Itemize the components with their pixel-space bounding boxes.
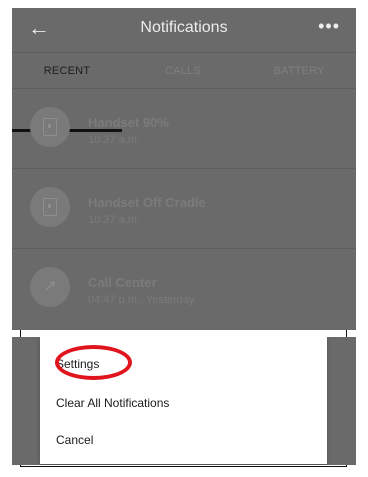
tab-battery[interactable]: BATTERY [244,53,354,89]
notification-time: 10:37 a.m. [88,214,140,226]
notification-title: Call Center [88,275,157,290]
more-options-icon[interactable]: ••• [318,16,340,37]
clear-all-notifications-option[interactable]: Clear All Notifications [56,396,169,410]
tab-bar: RECENT CALLS BATTERY [12,52,356,132]
notification-title: Handset 90% [88,115,169,130]
tab-calls[interactable]: CALLS [128,53,238,89]
notification-time: 10:37 a.m. [88,134,140,146]
notification-time: 04:47 p.m., Yesterday [88,294,195,306]
notification-item[interactable]: Handset Off Cradle 10:37 a.m. [12,168,356,249]
notification-title: Handset Off Cradle [88,195,206,210]
notification-item[interactable]: ↗ Call Center 04:47 p.m., Yesterday [12,248,356,329]
highlight-circle [55,345,132,380]
handset-icon [30,187,70,227]
tab-recent[interactable]: RECENT [12,53,122,89]
notification-item[interactable]: Handset 90% 10:37 a.m. [12,88,356,169]
app-header: ← Notifications ••• [12,8,356,48]
handset-icon [30,107,70,147]
notifications-screen: ← Notifications ••• RECENT CALLS BATTERY… [12,8,356,330]
page-title: Notifications [140,19,228,36]
outgoing-call-icon: ↗ [30,267,70,307]
cancel-option[interactable]: Cancel [56,433,93,447]
